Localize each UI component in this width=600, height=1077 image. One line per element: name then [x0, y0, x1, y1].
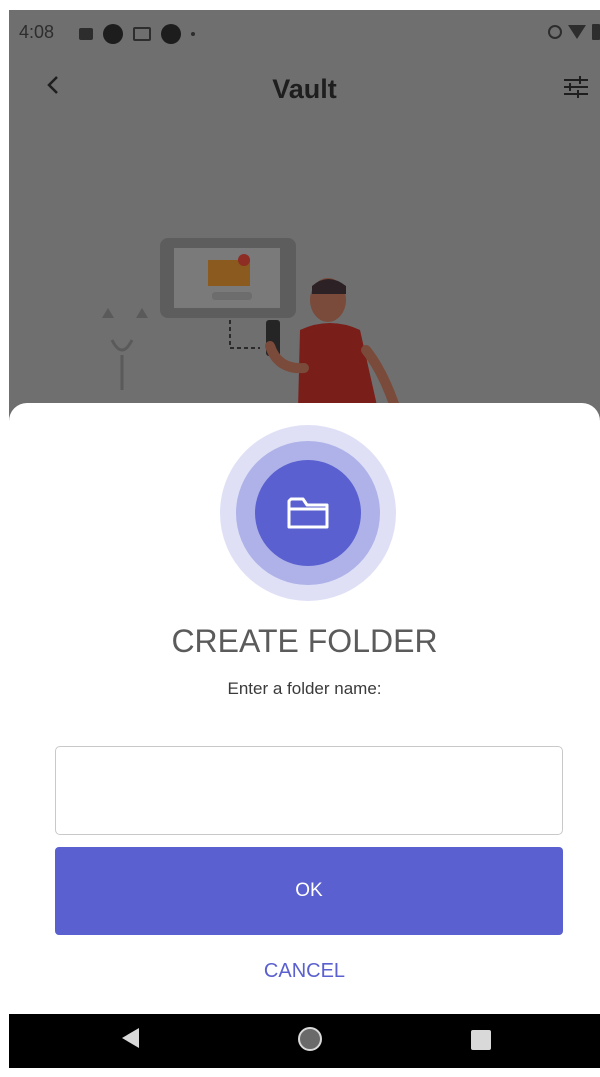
- filter-button[interactable]: [558, 72, 594, 102]
- filter-icon: [564, 76, 588, 98]
- more-notifications-icon: [191, 32, 195, 36]
- dialog-title: CREATE FOLDER: [171, 623, 438, 659]
- image-notification-icon: [79, 28, 93, 40]
- app-notification-icon: [161, 24, 181, 44]
- status-bar: 4:08: [9, 10, 600, 56]
- app-notification-icon: [103, 24, 123, 44]
- nav-back-icon[interactable]: [122, 1028, 139, 1048]
- badge-inner-circle: [255, 460, 361, 566]
- app-bar: Vault: [9, 60, 600, 120]
- status-time: 4:08: [19, 22, 55, 42]
- nav-recent-icon[interactable]: [471, 1030, 491, 1050]
- cancel-button[interactable]: CANCEL: [9, 959, 600, 984]
- dialog-subtitle: Enter a folder name:: [227, 679, 382, 698]
- notification-icons: [79, 24, 195, 44]
- folder-name-input[interactable]: [55, 746, 563, 835]
- nav-home-icon[interactable]: [298, 1027, 322, 1051]
- vault-illustration: [102, 238, 399, 410]
- system-icons: [548, 24, 600, 40]
- page-title: Vault: [272, 74, 337, 104]
- screen: 4:08 Vault CREATE FOLDER Enter a folder …: [0, 0, 600, 1077]
- vibrate-icon: [548, 25, 562, 39]
- ok-button[interactable]: OK: [55, 847, 563, 935]
- navigation-bar: [9, 1014, 600, 1068]
- create-folder-dialog: CREATE FOLDER Enter a folder name: OK CA…: [9, 403, 600, 1014]
- folder-badge: [220, 425, 396, 601]
- battery-icon: [592, 24, 600, 40]
- wifi-icon: [568, 25, 586, 39]
- folder-icon: [287, 497, 329, 529]
- gallery-notification-icon: [133, 27, 151, 41]
